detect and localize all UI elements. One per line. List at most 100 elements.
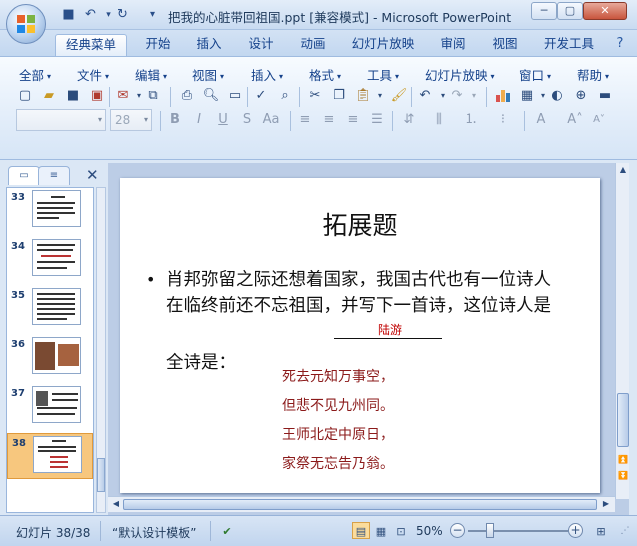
tab-design[interactable]: 设计 xyxy=(240,34,282,56)
zoom-slider-handle[interactable] xyxy=(486,523,494,538)
copy-icon[interactable]: ❐ xyxy=(330,87,348,105)
menu-slideshow[interactable]: 幻灯片放映 ▾ xyxy=(425,65,495,84)
tab-view[interactable]: 视图 xyxy=(484,34,526,56)
new-icon[interactable]: ▢ xyxy=(16,87,34,105)
fit-to-window-icon[interactable]: ⊞ xyxy=(592,522,610,539)
zoom-slider-track[interactable] xyxy=(468,530,568,532)
menu-edit[interactable]: 编辑 ▾ xyxy=(135,65,167,84)
color-view-icon[interactable]: ▬ xyxy=(596,87,614,105)
zoom-level[interactable]: 50% xyxy=(416,524,443,538)
research-icon[interactable]: ⌕ xyxy=(276,87,294,105)
thumbnail-slide-33[interactable]: 33 xyxy=(7,188,93,234)
scrollbar-thumb[interactable] xyxy=(123,499,597,510)
close-icon[interactable]: ✕ xyxy=(86,166,99,184)
spelling-icon[interactable]: ✓ xyxy=(252,87,270,105)
publish-icon[interactable]: ⧉ xyxy=(144,87,162,105)
text-direction-icon[interactable]: ⇵ xyxy=(400,111,418,129)
grayscale-icon[interactable]: ◐ xyxy=(548,87,566,105)
chart-icon[interactable] xyxy=(494,87,512,105)
tab-slideshow[interactable]: 幻灯片放映 xyxy=(345,34,421,56)
tab-animations[interactable]: 动画 xyxy=(292,34,334,56)
paste-icon[interactable]: 📋︎ xyxy=(354,87,372,105)
menu-view[interactable]: 视图 ▾ xyxy=(192,65,224,84)
close-button[interactable]: ✕ xyxy=(583,2,627,20)
previous-slide-icon[interactable]: ⏫ xyxy=(617,453,629,467)
thumbnail-slide-34[interactable]: 34 xyxy=(7,237,93,283)
print-preview-icon[interactable]: 🔍︎ xyxy=(202,87,220,105)
align-center-icon[interactable]: ≡ xyxy=(320,111,338,129)
answer-text[interactable]: 陆游 xyxy=(378,321,402,338)
columns-icon[interactable]: ⫼ xyxy=(430,111,448,129)
scroll-up-icon[interactable]: ▲ xyxy=(617,163,629,177)
justify-icon[interactable]: ☰ xyxy=(368,111,386,129)
scroll-right-icon[interactable]: ▶ xyxy=(600,497,612,511)
scroll-left-icon[interactable]: ◀ xyxy=(110,497,122,511)
thumbnail-slide-36[interactable]: 36 xyxy=(7,335,93,381)
redo-icon[interactable]: ↻ xyxy=(114,7,131,23)
shrink-font-icon[interactable]: A˅ xyxy=(590,111,608,129)
shadow-button[interactable]: S xyxy=(238,111,256,129)
font-name-select[interactable]: ▾ xyxy=(16,109,106,131)
thumbnail-scrollbar[interactable] xyxy=(96,187,106,513)
chevron-down-icon[interactable]: ▾ xyxy=(371,87,389,105)
grow-font-icon[interactable]: A˄ xyxy=(566,111,584,129)
thumbnail-slide-38[interactable]: 38 xyxy=(7,433,93,479)
menu-all[interactable]: 全部 ▾ xyxy=(19,65,51,84)
customize-quick-access-icon[interactable]: ▾ xyxy=(144,7,161,23)
menu-tools[interactable]: 工具 ▾ xyxy=(367,65,399,84)
next-slide-icon[interactable]: ⏬ xyxy=(617,469,629,483)
align-left-icon[interactable]: ≡ xyxy=(296,111,314,129)
poem-label[interactable]: 全诗是： xyxy=(166,349,236,374)
bullets-icon[interactable]: ⁝ xyxy=(494,111,512,129)
open-folder-icon[interactable]: ▰ xyxy=(40,87,58,105)
scrollbar-thumb[interactable] xyxy=(97,458,105,492)
change-case-button[interactable]: Aa xyxy=(260,111,282,129)
save-icon[interactable]: ■ xyxy=(64,87,82,105)
italic-button[interactable]: I xyxy=(190,111,208,129)
align-right-icon[interactable]: ≡ xyxy=(344,111,362,129)
slide-sorter-icon[interactable]: ▦ xyxy=(372,522,390,539)
help-icon[interactable]: ? xyxy=(610,34,630,56)
menu-window[interactable]: 窗口 ▾ xyxy=(519,65,551,84)
bold-button[interactable]: B xyxy=(166,111,184,129)
slide-body-text[interactable]: 肖邦弥留之际还想着国家，我国古代也有一位诗人在临终前还不忘祖国，并写下一首诗，这… xyxy=(166,267,556,319)
tab-classic-menu[interactable]: 经典菜单 xyxy=(55,34,127,56)
normal-view-icon[interactable]: ▤ xyxy=(352,522,370,539)
slide-show-icon[interactable]: ▭ xyxy=(226,87,244,105)
menu-insert[interactable]: 插入 ▾ xyxy=(251,65,283,84)
tab-home[interactable]: 开始 xyxy=(137,34,179,56)
slide-show-view-icon[interactable]: ⊡ xyxy=(392,522,410,539)
print-icon[interactable]: ⎙ xyxy=(178,87,196,105)
spell-check-icon[interactable]: ✔ xyxy=(218,522,236,539)
redo-icon[interactable]: ↷ xyxy=(448,87,466,105)
slide-vertical-scrollbar[interactable]: ▲ ⏫ ⏬ xyxy=(615,163,629,499)
underline-button[interactable]: U xyxy=(214,111,232,129)
zoom-in-icon[interactable]: + xyxy=(568,523,583,538)
maximize-button[interactable]: ▢ xyxy=(557,2,583,20)
thumbnail-slide-37[interactable]: 37 xyxy=(7,384,93,430)
tab-insert[interactable]: 插入 xyxy=(188,34,230,56)
menu-help[interactable]: 帮助 ▾ xyxy=(577,65,609,84)
poem-line-2[interactable]: 但悲不见九州同。 xyxy=(282,395,394,415)
minimize-button[interactable]: ─ xyxy=(531,2,557,20)
undo-icon[interactable]: ↶ xyxy=(82,7,99,23)
poem-line-4[interactable]: 家祭无忘告乃翁。 xyxy=(282,453,394,473)
menu-format[interactable]: 格式 ▾ xyxy=(309,65,341,84)
cut-icon[interactable]: ✂ xyxy=(306,87,324,105)
slide-horizontal-scrollbar[interactable]: ◀ ▶ xyxy=(108,496,615,512)
undo-icon[interactable]: ↶ xyxy=(416,87,434,105)
font-size-select[interactable]: 28 ▾ xyxy=(110,109,152,131)
font-color-icon[interactable]: A xyxy=(532,111,550,129)
save-icon[interactable]: ■ xyxy=(60,7,77,23)
scrollbar-thumb[interactable] xyxy=(617,393,629,447)
zoom-out-icon[interactable]: − xyxy=(450,523,465,538)
slides-tab[interactable]: ▭ xyxy=(8,166,40,185)
tab-review[interactable]: 审阅 xyxy=(432,34,474,56)
permission-icon[interactable]: ▣ xyxy=(88,87,106,105)
tab-developer[interactable]: 开发工具 xyxy=(536,34,602,56)
outline-tab[interactable]: ≡ xyxy=(38,166,70,185)
slide-title[interactable]: 拓展题 xyxy=(120,206,600,242)
poem-line-3[interactable]: 王师北定中原日， xyxy=(282,424,394,444)
format-painter-icon[interactable]: 🖌︎ xyxy=(390,87,408,105)
thumbnail-slide-35[interactable]: 35 xyxy=(7,286,93,332)
